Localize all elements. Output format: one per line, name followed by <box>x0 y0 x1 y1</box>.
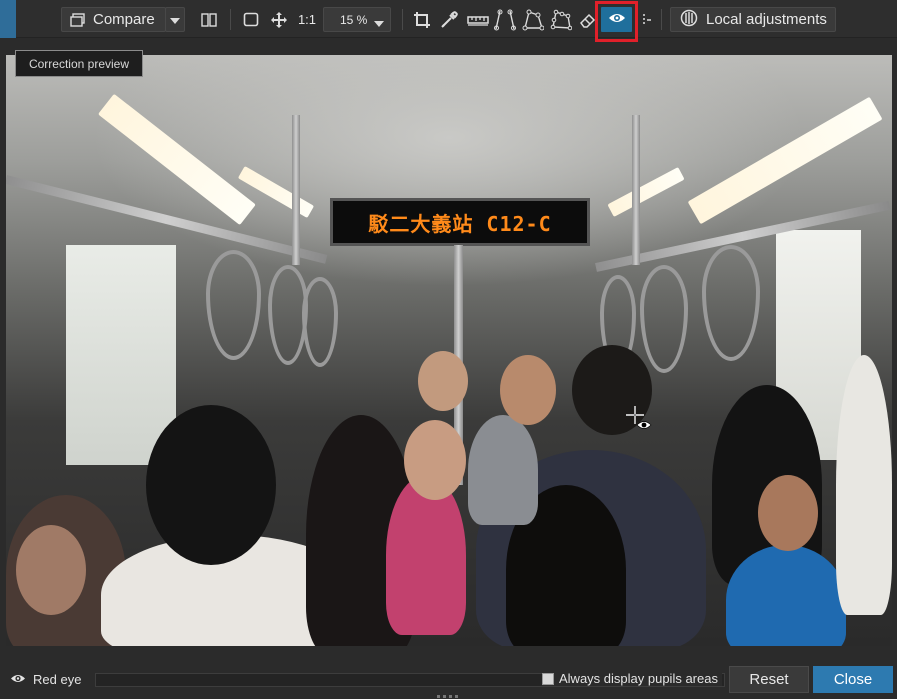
eye-cursor-icon <box>636 417 652 435</box>
pole <box>632 115 640 265</box>
separator <box>230 9 231 30</box>
eyedropper-icon[interactable] <box>438 7 460 32</box>
compare-button[interactable]: Compare <box>61 7 166 32</box>
resize-grip[interactable] <box>437 695 459 698</box>
hand-strap <box>302 277 338 367</box>
destination-sign: 駁二大義站 C12-C <box>330 198 590 246</box>
red-eye-tool-button[interactable] <box>601 7 632 32</box>
tool-indicator: Red eye <box>10 672 81 687</box>
always-display-pupils-checkbox[interactable]: Always display pupils areas <box>542 671 722 686</box>
passenger-head <box>418 351 468 411</box>
hand-strap <box>702 245 760 361</box>
ruler-icon[interactable] <box>465 7 491 32</box>
checkbox[interactable] <box>542 672 554 685</box>
one-to-one-button[interactable]: 1:1 <box>296 7 318 32</box>
fit-view-icon[interactable] <box>241 7 261 32</box>
sign-text: 駁二大義站 C12-C <box>368 211 552 236</box>
passenger-head <box>16 525 86 615</box>
passenger-head <box>146 405 276 565</box>
local-adjustments-icon <box>680 9 698 31</box>
close-button[interactable]: Close <box>813 666 893 693</box>
zoom-value: 15 % <box>340 12 368 27</box>
split-view-icon[interactable] <box>199 7 219 32</box>
zoom-select[interactable]: 15 % <box>323 7 391 32</box>
perspective-icon[interactable] <box>493 7 517 32</box>
tool-label: Red eye <box>33 672 82 687</box>
hand-strap <box>206 250 261 360</box>
always-display-label: Always display pupils areas <box>559 671 718 686</box>
passenger-head <box>404 420 466 500</box>
passenger <box>468 415 538 525</box>
passenger <box>386 475 466 635</box>
photo-canvas[interactable]: 駁二大義站 C12-C <box>6 55 892 646</box>
separator <box>402 9 403 30</box>
passenger <box>726 545 846 646</box>
chevron-down-icon <box>170 11 180 29</box>
ceiling-light <box>607 167 685 217</box>
move-icon[interactable] <box>268 7 290 32</box>
passenger <box>836 355 892 615</box>
passenger-head <box>500 355 556 425</box>
compare-label: Compare <box>93 11 155 28</box>
perspective-8pt-icon[interactable] <box>549 7 573 32</box>
pole <box>292 115 300 265</box>
eye-icon <box>10 672 26 687</box>
local-adjustments-button[interactable]: Local adjustments <box>670 7 836 32</box>
side-accent <box>0 0 16 38</box>
window <box>66 245 176 465</box>
eraser-icon[interactable] <box>577 7 599 32</box>
compare-icon <box>70 12 86 27</box>
ceiling-light <box>687 96 883 225</box>
hand-strap <box>640 265 688 373</box>
compare-dropdown[interactable] <box>165 7 185 32</box>
separator <box>661 9 662 30</box>
toolbar: Compare 1:1 15 % Local adjustments <box>0 0 897 42</box>
passenger-head <box>758 475 818 551</box>
dotted-icon[interactable] <box>640 7 654 32</box>
tooltip: Correction preview <box>15 50 143 77</box>
perspective-rect-icon[interactable] <box>521 7 545 32</box>
local-adjustments-label: Local adjustments <box>706 11 827 28</box>
eye-icon <box>608 11 626 29</box>
reset-button[interactable]: Reset <box>729 666 809 693</box>
chevron-down-icon <box>374 16 384 30</box>
crop-icon[interactable] <box>411 7 433 32</box>
